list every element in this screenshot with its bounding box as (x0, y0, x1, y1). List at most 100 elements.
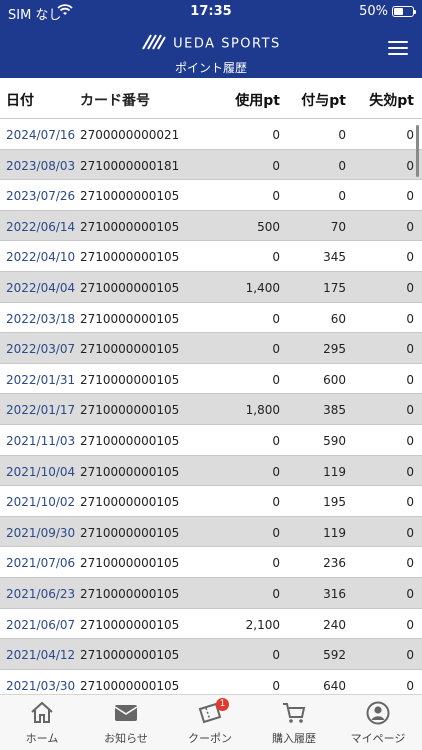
row-given-points: 236 (323, 556, 346, 571)
row-given-points: 0 (338, 158, 346, 173)
tab-purchase-history-label: 購入履歴 (272, 732, 316, 745)
row-date: 2023/07/26 (6, 189, 76, 204)
row-given-points: 119 (323, 525, 346, 540)
row-expired-points: 0 (406, 158, 414, 173)
tab-mypage-label: マイページ (350, 732, 406, 745)
hamburger-menu-icon[interactable] (388, 41, 408, 57)
row-date: 2023/08/03 (6, 158, 76, 173)
row-date: 2022/03/18 (6, 311, 76, 326)
tab-bar: ホーム お知らせ 1 クーポン 購入履歴 マイページ (0, 694, 422, 750)
row-used-points: 0 (272, 525, 280, 540)
tab-home[interactable]: ホーム (0, 695, 84, 750)
status-bar: SIM なし 17:35 50% (0, 0, 422, 24)
row-used-points: 0 (272, 342, 280, 357)
row-card-number: 2710000000105 (80, 617, 180, 632)
row-date: 2021/07/06 (6, 556, 76, 571)
table-row: 2021/10/04 2710000000105 0 119 0 (0, 455, 422, 487)
brand-name: UEDA SPORTS (173, 36, 281, 52)
row-expired-points: 0 (406, 250, 414, 265)
row-used-points: 0 (272, 586, 280, 601)
table-header: 日付 カード番号 使用pt 付与pt 失効pt (0, 78, 422, 119)
tab-coupon-label: クーポン (188, 732, 232, 745)
table-row: 2021/10/02 2710000000105 0 195 0 (0, 486, 422, 517)
row-used-points: 0 (272, 372, 280, 387)
col-date: 日付 (6, 93, 34, 109)
row-given-points: 0 (338, 128, 346, 142)
row-expired-points: 0 (406, 342, 414, 357)
row-given-points: 0 (338, 189, 346, 204)
page-title: ポイント履歴 (174, 61, 247, 75)
row-expired-points: 0 (406, 372, 414, 387)
row-date: 2022/03/07 (6, 342, 76, 357)
row-expired-points: 0 (406, 617, 414, 632)
row-card-number: 2710000000105 (80, 678, 180, 693)
row-used-points: 0 (272, 556, 280, 571)
row-date: 2022/01/31 (6, 372, 76, 387)
row-used-points: 1,400 (245, 280, 280, 295)
row-given-points: 70 (330, 219, 346, 234)
row-date: 2021/10/02 (6, 495, 76, 510)
row-card-number: 2710000000105 (80, 464, 180, 479)
row-expired-points: 0 (406, 556, 414, 571)
row-card-number: 2710000000105 (80, 311, 180, 326)
brand-logo: UEDA SPORTS (0, 33, 422, 55)
table-row: 2021/11/03 2710000000105 0 590 0 (0, 425, 422, 456)
row-given-points: 316 (323, 586, 346, 601)
row-card-number: 2710000000105 (80, 403, 180, 418)
table-row: 2021/04/12 2710000000105 0 592 0 (0, 639, 422, 670)
row-card-number: 2710000000105 (80, 586, 180, 601)
tab-mypage[interactable]: マイページ (336, 695, 420, 750)
home-icon (31, 701, 53, 723)
row-expired-points: 0 (406, 189, 414, 204)
row-card-number: 2710000000105 (80, 189, 180, 204)
row-date: 2022/06/14 (6, 219, 76, 234)
row-given-points: 590 (323, 433, 346, 448)
row-expired-points: 0 (406, 678, 414, 693)
scrollbar[interactable] (416, 125, 419, 177)
row-card-number: 2710000000105 (80, 648, 180, 663)
row-expired-points: 0 (406, 219, 414, 234)
row-card-number: 2710000000105 (80, 495, 180, 510)
row-used-points: 0 (272, 495, 280, 510)
tab-purchase-history[interactable]: 購入履歴 (252, 695, 336, 750)
col-given: 付与pt (301, 93, 346, 109)
table-row: 2022/01/31 2710000000105 0 600 0 (0, 364, 422, 395)
row-date: 2021/06/07 (6, 617, 76, 632)
tab-news[interactable]: お知らせ (84, 695, 168, 750)
table-row: 2021/03/30 2710000000105 0 640 0 (0, 670, 422, 694)
row-date: 2021/04/12 (6, 648, 76, 663)
table-row: 2022/03/07 2710000000105 0 295 0 (0, 333, 422, 364)
row-given-points: 195 (323, 495, 346, 510)
row-used-points: 0 (272, 678, 280, 693)
row-given-points: 592 (323, 648, 346, 663)
battery-percent: 50% (359, 4, 388, 19)
row-date: 2024/07/16 (6, 128, 76, 142)
row-expired-points: 0 (406, 128, 414, 142)
row-used-points: 2,100 (245, 617, 280, 632)
row-expired-points: 0 (406, 525, 414, 540)
table-row: 2022/06/14 2710000000105 500 70 0 (0, 210, 422, 242)
row-expired-points: 0 (406, 586, 414, 601)
row-expired-points: 0 (406, 280, 414, 295)
row-expired-points: 0 (406, 433, 414, 448)
row-given-points: 640 (323, 678, 346, 693)
row-date: 2022/04/04 (6, 280, 76, 295)
row-card-number: 2710000000105 (80, 280, 180, 295)
row-used-points: 0 (272, 158, 280, 173)
table-row: 2021/06/23 2710000000105 0 316 0 (0, 577, 422, 609)
row-expired-points: 0 (406, 648, 414, 663)
table-row: 2024/07/16 2700000000021 0 0 0 (0, 119, 422, 150)
row-card-number: 2700000000021 (80, 128, 180, 142)
points-history-list[interactable]: 2024/07/16 2700000000021 0 0 0 2023/08/03 2710… (0, 119, 422, 694)
row-used-points: 0 (272, 189, 280, 204)
table-row: 2022/04/04 2710000000105 1,400 175 0 (0, 271, 422, 303)
mail-icon (114, 705, 138, 721)
row-given-points: 175 (323, 280, 346, 295)
col-expired: 失効pt (369, 93, 414, 109)
row-given-points: 600 (323, 372, 346, 387)
row-card-number: 2710000000105 (80, 219, 180, 234)
tab-coupon[interactable]: 1 クーポン (168, 695, 252, 750)
row-expired-points: 0 (406, 311, 414, 326)
row-date: 2021/11/03 (6, 433, 76, 448)
table-row: 2022/03/18 2710000000105 0 60 0 (0, 303, 422, 334)
